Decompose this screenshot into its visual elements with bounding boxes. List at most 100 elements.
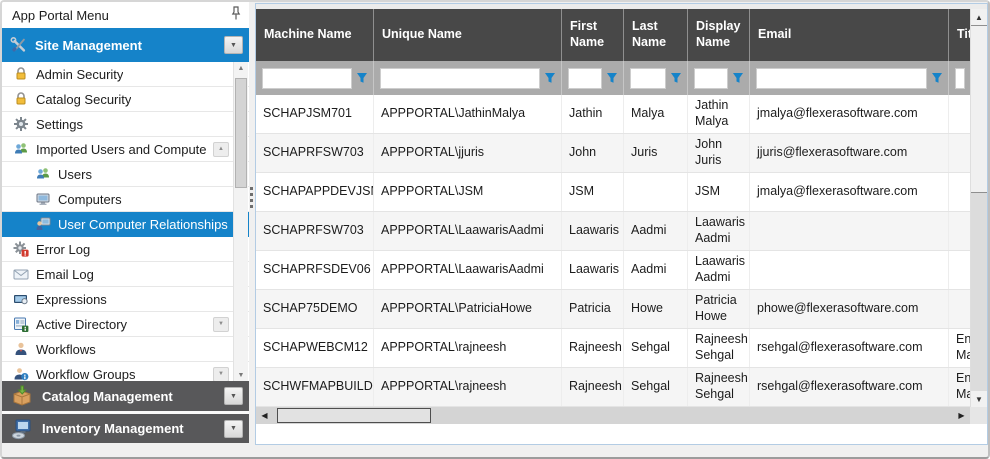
sidebar-item-label: Active Directory [36,317,127,332]
filter-funnel-icon[interactable] [606,72,618,84]
grid-horizontal-scrollbar[interactable]: ◀ ▶ [256,407,987,424]
last-name-filter-input[interactable] [630,68,666,89]
sidebar-item-settings[interactable]: Settings [2,112,249,137]
column-header-unique-name[interactable]: Unique Name [374,9,562,61]
group-header-label: Site Management [35,38,216,53]
cell-unique-name: APPPORTAL\rajneesh [374,368,562,406]
filter-cell-title [949,61,970,95]
grid-filter-row [256,61,970,95]
table-row[interactable]: SCHAPRFSW703 APPPORTAL\jjuris John Juris… [256,134,970,173]
unique-name-filter-input[interactable] [380,68,540,89]
cell-last-name: Malya [624,95,688,133]
chevron-down-icon[interactable]: ▼ [224,36,243,54]
cell-email: jmalya@flexerasoftware.com [750,95,949,133]
column-header-label: Last Name [632,19,679,50]
vertical-scrollbar-track[interactable] [971,25,987,391]
scroll-down-icon[interactable]: ▼ [971,391,987,407]
table-row[interactable]: SCHAPRFSDEV06 APPPORTAL\LaawarisAadmi La… [256,251,970,290]
filter-cell-first-name [562,61,624,95]
chevron-down-icon[interactable]: ▼ [224,387,243,405]
column-header-first-name[interactable]: First Name [562,9,624,61]
vertical-scrollbar-thumb[interactable] [971,25,987,193]
collapse-up-icon[interactable]: ▲ [213,142,229,157]
machine-name-filter-input[interactable] [262,68,352,89]
sidebar-item-label: Catalog Security [36,92,131,107]
sidebar-item-catalog-security[interactable]: Catalog Security [2,87,249,112]
sidebar-item-active-directory[interactable]: Active Directory ▼ [2,312,249,337]
table-row[interactable]: SCHWFMAPBUILD2 APPPORTAL\rajneesh Rajnee… [256,368,970,407]
cell-email: rsehgal@flexerasoftware.com [750,368,949,406]
expression-icon [12,291,29,308]
column-header-title[interactable]: Title [949,9,970,61]
sidebar-menu: Admin Security Catalog Security Settings… [2,62,249,381]
sidebar-item-expressions[interactable]: Expressions [2,287,249,312]
table-row[interactable]: SCHAP75DEMO APPPORTAL\PatriciaHowe Patri… [256,290,970,329]
inventory-computer-icon [10,420,34,437]
sidebar-item-workflows[interactable]: Workflows [2,337,249,362]
scroll-up-icon[interactable]: ▲ [971,9,987,25]
sidebar-item-user-computer-relationships[interactable]: User Computer Relationships [2,212,249,237]
cell-machine-name: SCHAPAPPDEVJSM [256,173,374,211]
group-header-inventory-management[interactable]: Inventory Management ▼ [2,414,249,443]
sidebar-item-imported-users-and-computers[interactable]: Imported Users and Computers ▲ [2,137,249,162]
sidebar-item-label: Settings [36,117,83,132]
chevron-down-icon[interactable]: ▼ [224,420,243,438]
sidebar-item-users[interactable]: Users [2,162,249,187]
column-header-display-name[interactable]: Display Name [688,9,750,61]
sidebar-item-computers[interactable]: Computers [2,187,249,212]
filter-funnel-icon[interactable] [544,72,556,84]
scroll-down-icon[interactable]: ▼ [234,369,248,381]
grid-main: Machine Name Unique Name First Name Last… [256,9,970,407]
cell-email [750,212,949,250]
first-name-filter-input[interactable] [568,68,602,89]
display-name-filter-input[interactable] [694,68,728,89]
cell-display-name: John Juris [688,134,750,172]
cell-first-name: Rajneesh [562,329,624,367]
scroll-left-icon[interactable]: ◀ [256,407,273,424]
cell-title: Eng Ma [949,329,970,367]
title-filter-input[interactable] [955,68,965,89]
table-row[interactable]: SCHAPRFSW703 APPPORTAL\LaawarisAadmi Laa… [256,212,970,251]
app-portal-window: App Portal Menu Site Management ▼ Admin … [0,0,990,459]
column-header-last-name[interactable]: Last Name [624,9,688,61]
scrollbar-corner [970,407,987,424]
horizontal-scrollbar-track[interactable] [273,407,953,424]
column-header-machine-name[interactable]: Machine Name [256,9,374,61]
sidebar-scrollbar-thumb[interactable] [235,78,247,188]
sidebar-scrollbar[interactable]: ▲ ▼ [233,62,248,381]
table-row[interactable]: SCHAPAPPDEVJSM APPPORTAL\JSM JSM JSM jma… [256,173,970,212]
horizontal-scrollbar-thumb[interactable] [277,408,431,423]
chevron-down-icon[interactable]: ▼ [213,367,229,382]
sidebar-item-workflow-groups[interactable]: Workflow Groups ▼ [2,362,249,381]
sidebar-item-admin-security[interactable]: Admin Security [2,62,249,87]
cell-title [949,290,970,328]
sidebar-item-email-log[interactable]: Email Log [2,262,249,287]
filter-cell-last-name [624,61,688,95]
cell-last-name: Howe [624,290,688,328]
filter-funnel-icon[interactable] [931,72,943,84]
filter-funnel-icon[interactable] [732,72,744,84]
cell-first-name: JSM [562,173,624,211]
pin-icon[interactable] [231,6,241,25]
scroll-up-icon[interactable]: ▲ [234,62,248,74]
column-header-email[interactable]: Email [750,9,949,61]
table-row[interactable]: SCHAPWEBCM12 APPPORTAL\rajneesh Rajneesh… [256,329,970,368]
sidebar-titlebar: App Portal Menu [2,2,249,28]
sidebar-item-error-log[interactable]: Error Log [2,237,249,262]
sidebar-item-label: Error Log [36,242,90,257]
splitter-grip-icon [250,187,253,208]
group-header-catalog-management[interactable]: Catalog Management ▼ [2,381,249,411]
filter-funnel-icon[interactable] [356,72,368,84]
cell-first-name: Rajneesh [562,368,624,406]
email-filter-input[interactable] [756,68,927,89]
table-row[interactable]: SCHAPJSM701 APPPORTAL\JathinMalya Jathin… [256,95,970,134]
cell-machine-name: SCHWFMAPBUILD2 [256,368,374,406]
group-header-site-management[interactable]: Site Management ▼ [2,28,249,62]
cell-machine-name: SCHAPJSM701 [256,95,374,133]
filter-funnel-icon[interactable] [670,72,682,84]
chevron-down-icon[interactable]: ▼ [213,317,229,332]
grid-vertical-scrollbar[interactable]: ▲ ▼ [970,9,987,407]
sidebar-scrollbar-track[interactable] [234,74,248,369]
scroll-right-icon[interactable]: ▶ [953,407,970,424]
cell-display-name: Laawaris Aadmi [688,251,750,289]
